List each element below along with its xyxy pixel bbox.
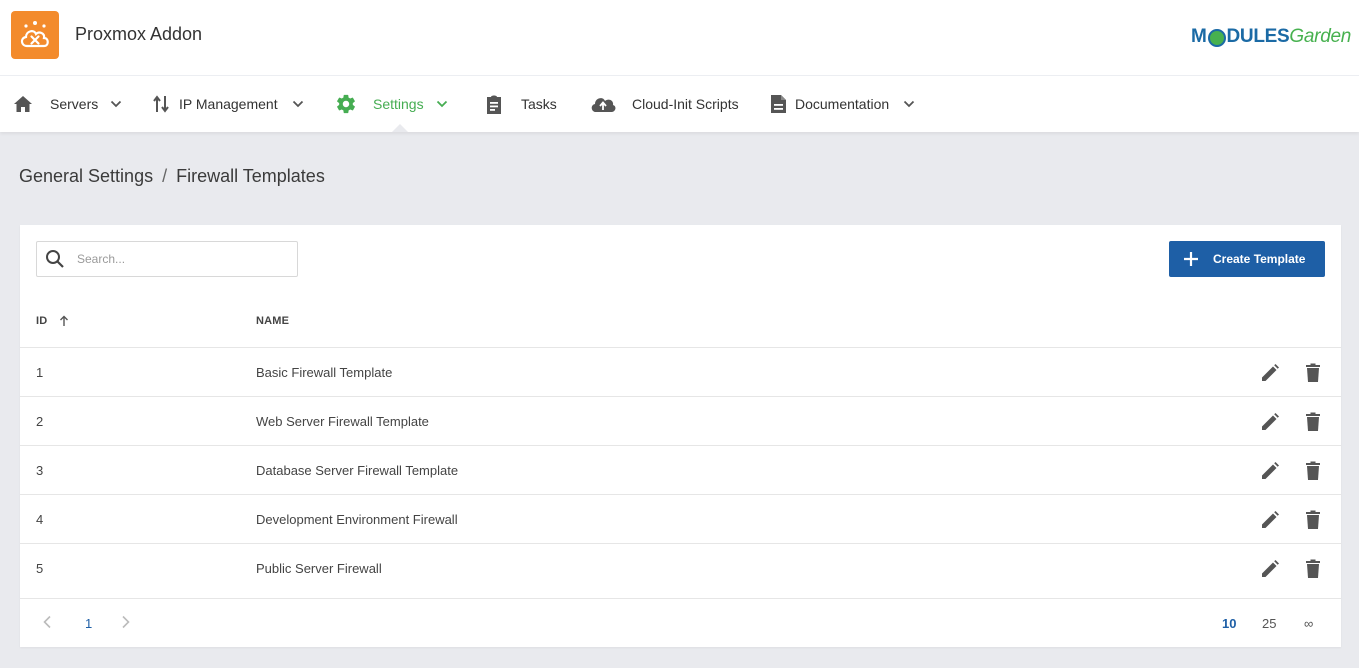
edit-icon[interactable] <box>1258 508 1282 532</box>
trash-icon[interactable] <box>1301 508 1325 532</box>
row-id: 3 <box>36 463 44 478</box>
breadcrumb: General Settings / Firewall Templates <box>19 166 325 187</box>
clipboard-icon <box>483 93 505 115</box>
main-navigation: Servers IP Management Settings Tasks Clo… <box>0 76 1359 132</box>
nav-label-servers: Servers <box>50 96 99 112</box>
search-box <box>36 241 298 277</box>
row-name: Database Server Firewall Template <box>256 463 459 478</box>
table-row: 2 Web Server Firewall Template <box>20 396 1341 445</box>
row-name: Public Server Firewall <box>256 561 382 576</box>
firewall-templates-card: Create Template ID NAME 1 Basic Firewall… <box>20 225 1341 647</box>
plus-icon <box>1183 251 1199 267</box>
nav-item-servers[interactable]: Servers <box>12 76 122 132</box>
table-row: 4 Development Environment Firewall <box>20 494 1341 543</box>
page-size-25[interactable]: 25 <box>1262 616 1276 631</box>
gear-icon <box>335 93 357 115</box>
edit-icon[interactable] <box>1258 361 1282 385</box>
table-row: 1 Basic Firewall Template <box>20 347 1341 396</box>
globe-icon <box>1207 29 1226 47</box>
row-name: Development Environment Firewall <box>256 512 458 527</box>
trash-icon[interactable] <box>1301 459 1325 483</box>
swap-vertical-icon <box>150 93 172 115</box>
page-number[interactable]: 1 <box>85 616 92 631</box>
page-size-all[interactable]: ∞ <box>1304 616 1313 631</box>
row-id: 5 <box>36 561 44 576</box>
sort-ascending-icon <box>59 315 69 327</box>
proxmox-logo[interactable] <box>11 11 59 59</box>
edit-icon[interactable] <box>1258 459 1282 483</box>
row-name: Web Server Firewall Template <box>256 414 429 429</box>
column-header-name-label: NAME <box>256 315 290 327</box>
home-icon <box>12 93 34 115</box>
column-header-name[interactable]: NAME <box>256 315 289 327</box>
app-title: Proxmox Addon <box>75 24 203 44</box>
chevron-down-icon <box>903 100 915 108</box>
nav-item-tasks[interactable]: Tasks <box>483 76 557 132</box>
nav-label-settings: Settings <box>373 96 424 112</box>
table-row: 3 Database Server Firewall Template <box>20 445 1341 494</box>
modulesgarden-logo[interactable]: M DULES Garden <box>1191 22 1351 52</box>
chevron-left-icon[interactable] <box>42 615 52 632</box>
trash-icon[interactable] <box>1301 410 1325 434</box>
chevron-right-icon[interactable] <box>121 615 131 632</box>
search-icon <box>45 249 65 269</box>
page-size-10[interactable]: 10 <box>1222 616 1236 631</box>
column-header-id-label: ID <box>36 315 48 327</box>
create-template-label: Create Template <box>1213 252 1306 266</box>
pagination-bar: 1 10 25 ∞ <box>20 598 1341 647</box>
row-id: 2 <box>36 414 44 429</box>
row-id: 1 <box>36 365 44 380</box>
chevron-down-icon <box>292 100 304 108</box>
trash-icon[interactable] <box>1301 361 1325 385</box>
search-input[interactable] <box>77 252 277 266</box>
cloud-upload-icon <box>590 93 616 115</box>
trash-icon[interactable] <box>1301 557 1325 581</box>
breadcrumb-separator: / <box>162 166 168 186</box>
edit-icon[interactable] <box>1258 557 1282 581</box>
nav-item-documentation[interactable]: Documentation <box>769 76 915 132</box>
chevron-down-icon <box>110 100 122 108</box>
column-header-id[interactable]: ID <box>36 315 69 327</box>
nav-item-cloud-init-scripts[interactable]: Cloud-Init Scripts <box>590 76 739 132</box>
create-template-button[interactable]: Create Template <box>1169 241 1325 277</box>
edit-icon[interactable] <box>1258 410 1282 434</box>
cloud-x-icon <box>20 21 49 48</box>
nav-label-cloud-init-scripts: Cloud-Init Scripts <box>632 96 739 112</box>
breadcrumb-general-settings[interactable]: General Settings <box>19 166 153 187</box>
table-row: 5 Public Server Firewall <box>20 543 1341 598</box>
nav-item-ip-management[interactable]: IP Management <box>150 76 304 132</box>
app-header: Proxmox Addon M DULES Garden <box>0 0 1359 76</box>
breadcrumb-firewall-templates: Firewall Templates <box>176 166 325 186</box>
document-icon <box>769 93 787 115</box>
brand-garden: Garden <box>1289 26 1351 47</box>
row-name: Basic Firewall Template <box>256 365 393 380</box>
nav-label-documentation: Documentation <box>795 96 890 112</box>
row-id: 4 <box>36 512 44 527</box>
brand-prefix: M <box>1190 26 1207 47</box>
brand-suffix: DULES <box>1226 26 1290 47</box>
nav-label-ip-management: IP Management <box>179 96 278 112</box>
active-nav-indicator <box>392 124 408 132</box>
nav-label-tasks: Tasks <box>521 96 557 112</box>
chevron-down-icon <box>436 100 448 108</box>
